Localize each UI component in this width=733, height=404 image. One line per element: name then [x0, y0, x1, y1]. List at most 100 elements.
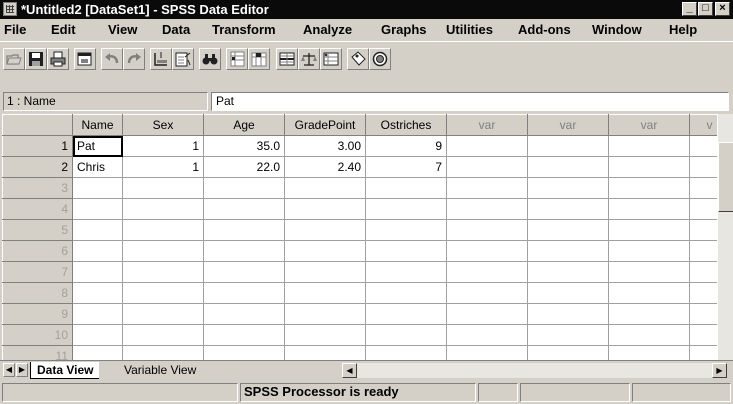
grid-cell[interactable]: 1 — [122, 135, 204, 157]
grid-cell[interactable]: 22.0 — [203, 156, 285, 178]
column-header[interactable]: Ostriches — [365, 114, 447, 136]
grid-cell[interactable] — [527, 324, 609, 346]
grid-cell[interactable] — [122, 303, 204, 325]
grid-cell[interactable] — [122, 219, 204, 241]
column-header[interactable]: Name — [72, 114, 123, 136]
menu-view[interactable]: View — [108, 22, 137, 37]
use-sets-icon[interactable] — [369, 48, 391, 70]
grid-cell[interactable] — [608, 303, 690, 325]
menu-file[interactable]: File — [4, 22, 26, 37]
grid-cell[interactable]: 2.40 — [284, 156, 366, 178]
row-number[interactable]: 9 — [2, 303, 73, 325]
grid-cell[interactable] — [608, 156, 690, 178]
grid-cell[interactable] — [608, 261, 690, 283]
grid-cell[interactable] — [365, 324, 447, 346]
grid-cell[interactable] — [122, 345, 204, 360]
grid-cell[interactable] — [446, 261, 528, 283]
grid-cell[interactable] — [72, 303, 123, 325]
grid-cell[interactable] — [608, 240, 690, 262]
print-icon[interactable] — [47, 48, 69, 70]
grid-cell[interactable] — [72, 261, 123, 283]
column-header[interactable]: var — [446, 114, 528, 136]
find-icon[interactable] — [199, 48, 221, 70]
column-header[interactable]: Age — [203, 114, 285, 136]
grid-cell[interactable] — [72, 177, 123, 199]
grid-cell[interactable] — [527, 219, 609, 241]
grid-cell[interactable] — [203, 177, 285, 199]
maximize-button[interactable]: □ — [698, 2, 713, 16]
grid-cell[interactable] — [608, 177, 690, 199]
select-cases-icon[interactable] — [320, 48, 342, 70]
tab-prev-arrow[interactable]: ◀ — [3, 363, 15, 377]
grid-cell[interactable] — [365, 282, 447, 304]
undo-icon[interactable] — [101, 48, 123, 70]
grid-cell[interactable] — [122, 324, 204, 346]
scroll-left-icon[interactable]: ◀ — [342, 363, 357, 378]
row-number[interactable]: 10 — [2, 324, 73, 346]
grid-cell[interactable] — [608, 219, 690, 241]
grid-cell[interactable] — [203, 324, 285, 346]
grid-cell[interactable] — [446, 240, 528, 262]
grid-cell[interactable] — [446, 303, 528, 325]
dialog-recall-icon[interactable] — [74, 48, 96, 70]
row-number[interactable]: 6 — [2, 240, 73, 262]
grid-cell[interactable] — [365, 219, 447, 241]
grid-cell[interactable] — [527, 240, 609, 262]
menu-transform[interactable]: Transform — [212, 22, 276, 37]
grid-cell[interactable]: 35.0 — [203, 135, 285, 157]
grid-cell[interactable] — [203, 198, 285, 220]
grid-cell[interactable] — [527, 261, 609, 283]
row-number[interactable]: 1 — [2, 135, 73, 157]
grid-cell[interactable] — [527, 345, 609, 360]
row-number[interactable]: 3 — [2, 177, 73, 199]
grid-cell[interactable] — [284, 219, 366, 241]
grid-cell[interactable]: 3.00 — [284, 135, 366, 157]
grid-cell[interactable] — [446, 135, 528, 157]
grid-cell[interactable]: 7 — [365, 156, 447, 178]
grid-cell[interactable] — [72, 198, 123, 220]
grid-corner[interactable] — [2, 114, 73, 136]
row-number[interactable]: 4 — [2, 198, 73, 220]
grid-cell[interactable] — [72, 240, 123, 262]
row-number[interactable]: 7 — [2, 261, 73, 283]
grid-cell[interactable] — [284, 345, 366, 360]
menu-graphs[interactable]: Graphs — [381, 22, 427, 37]
title-bar[interactable]: *Untitled2 [DataSet1] - SPSS Data Editor… — [0, 0, 733, 19]
grid-cell[interactable] — [608, 345, 690, 360]
menu-data[interactable]: Data — [162, 22, 190, 37]
tab-next-arrow[interactable]: ▶ — [16, 363, 28, 377]
grid-cell[interactable] — [446, 177, 528, 199]
vertical-scrollbar[interactable] — [717, 114, 733, 360]
grid-cell[interactable] — [608, 135, 690, 157]
grid-cell[interactable] — [284, 198, 366, 220]
grid-cell[interactable] — [72, 345, 123, 360]
insert-cases-icon[interactable] — [226, 48, 248, 70]
menu-edit[interactable]: Edit — [51, 22, 76, 37]
grid-cell[interactable] — [446, 324, 528, 346]
menu-help[interactable]: Help — [669, 22, 697, 37]
grid-cell[interactable] — [203, 261, 285, 283]
grid-cell[interactable] — [446, 219, 528, 241]
grid-cell[interactable] — [284, 303, 366, 325]
vertical-scroll-thumb[interactable] — [718, 142, 733, 212]
grid-cell[interactable] — [284, 261, 366, 283]
grid-cell[interactable] — [203, 240, 285, 262]
grid-cell[interactable] — [365, 198, 447, 220]
grid-cell[interactable] — [365, 345, 447, 360]
grid-cell[interactable] — [72, 324, 123, 346]
grid-cell[interactable]: Pat — [72, 135, 123, 157]
tab-variable-view[interactable]: Variable View — [118, 362, 202, 379]
grid-cell[interactable] — [284, 324, 366, 346]
grid-cell[interactable] — [527, 135, 609, 157]
scroll-right-icon[interactable]: ▶ — [712, 363, 727, 378]
grid-cell[interactable] — [203, 282, 285, 304]
grid-cell[interactable] — [203, 219, 285, 241]
cell-value-input[interactable]: Pat — [211, 92, 729, 111]
close-button[interactable]: × — [715, 2, 730, 16]
grid-cell[interactable] — [122, 282, 204, 304]
grid-cell[interactable] — [527, 198, 609, 220]
column-header[interactable]: Sex — [122, 114, 204, 136]
grid-cell[interactable] — [284, 240, 366, 262]
insert-variable-icon[interactable] — [248, 48, 270, 70]
row-number[interactable]: 5 — [2, 219, 73, 241]
